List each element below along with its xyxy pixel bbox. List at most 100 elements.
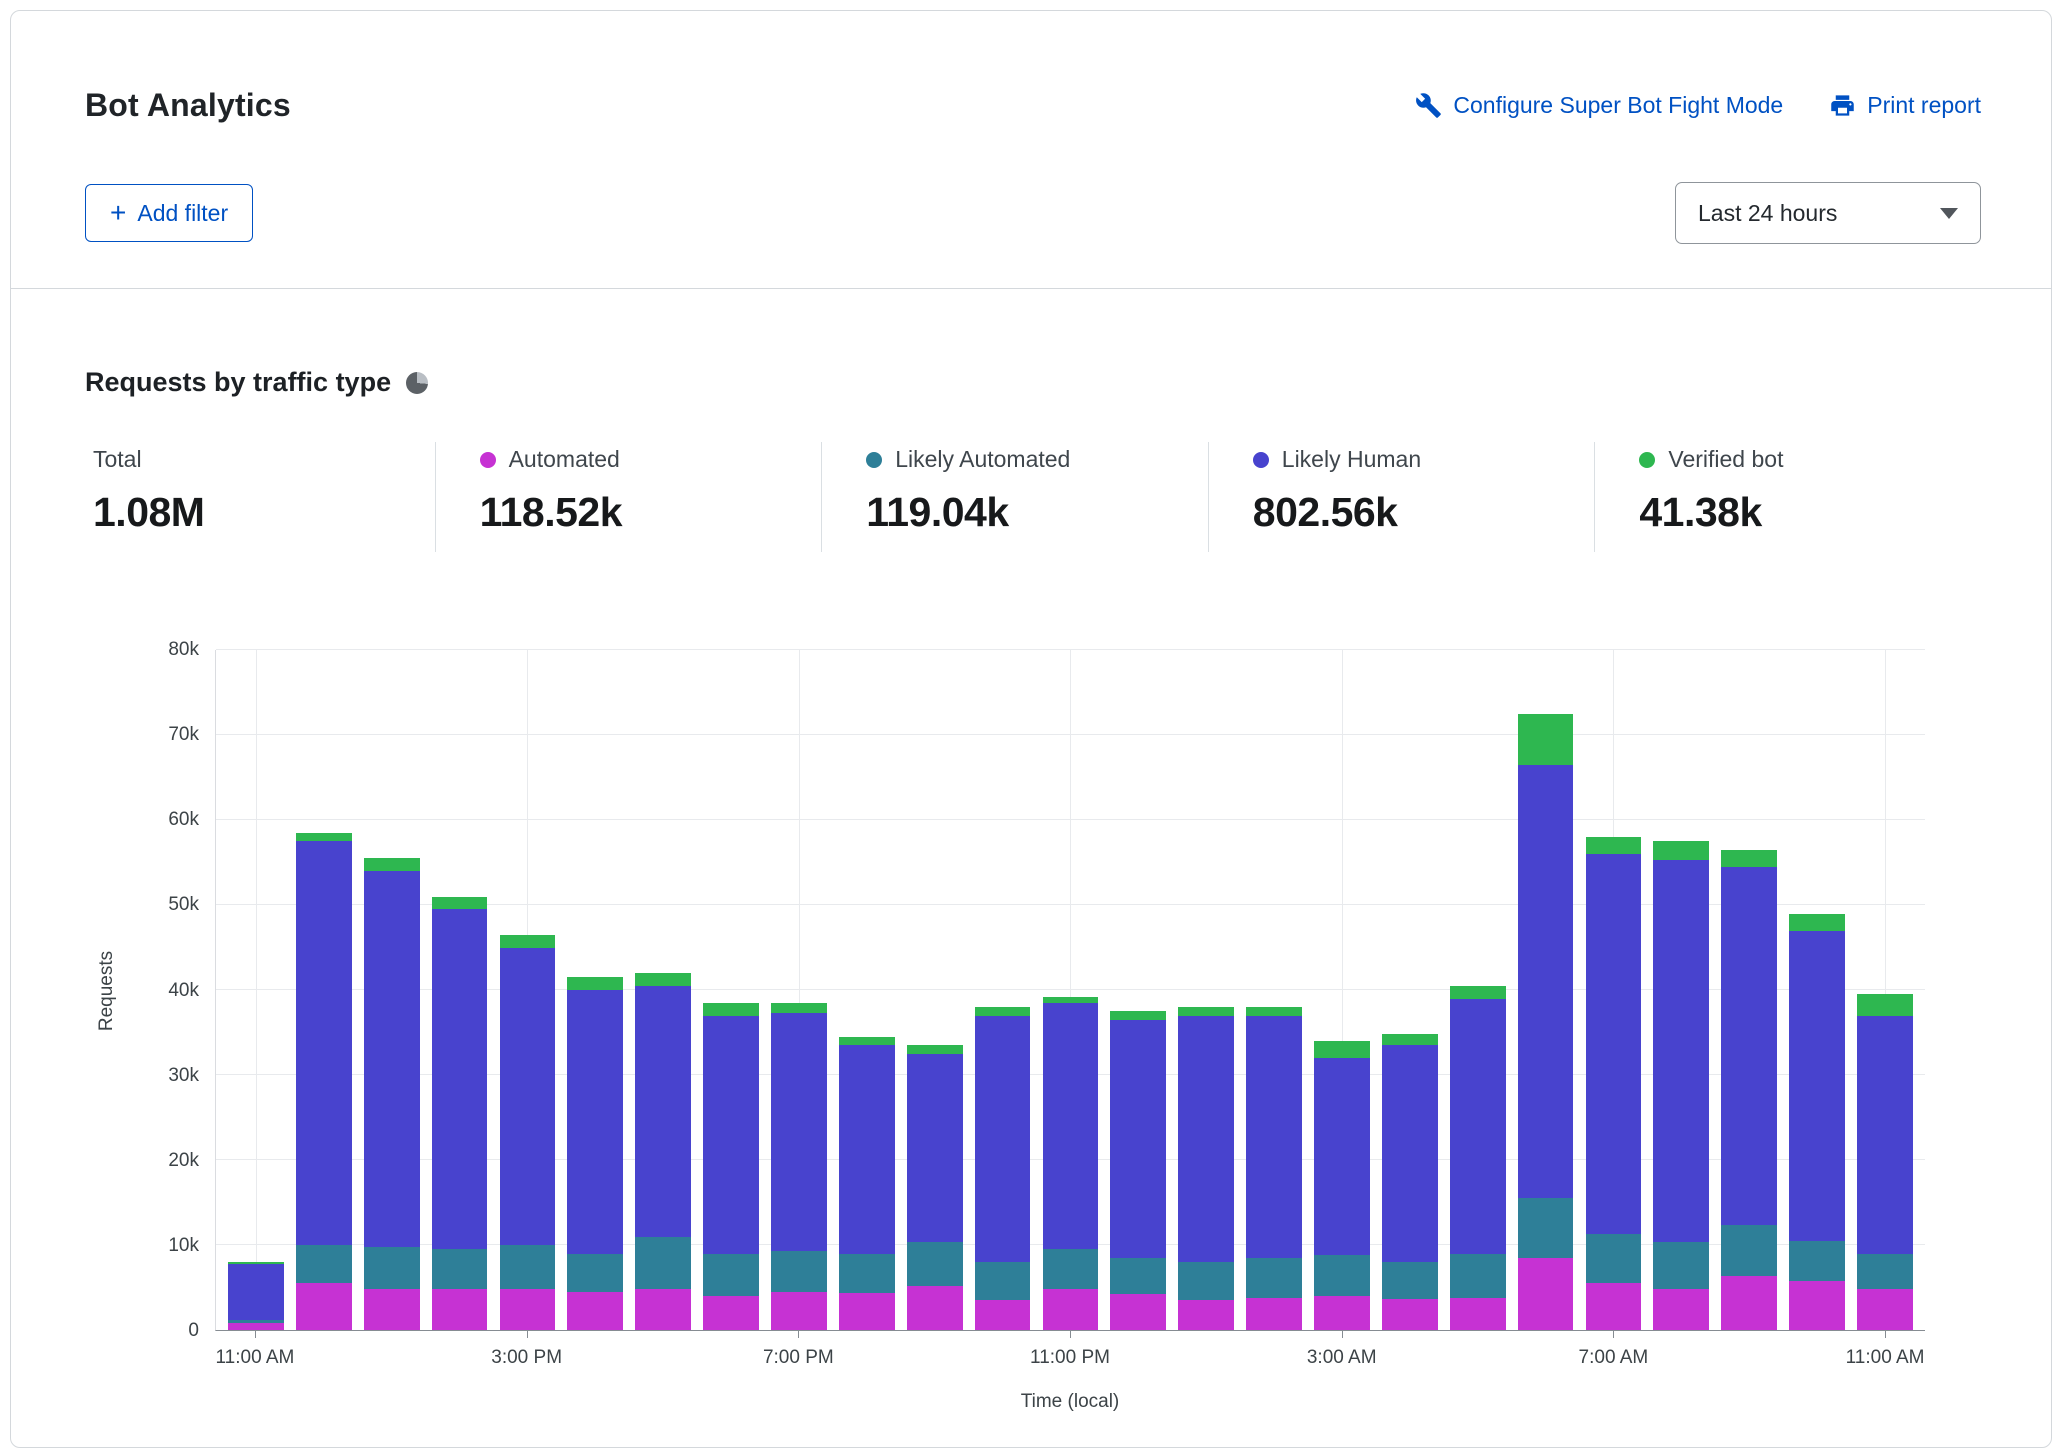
x-slot (425, 1331, 493, 1383)
bar-slot[interactable] (494, 650, 562, 1330)
bar-slot[interactable] (1240, 650, 1308, 1330)
bar-segment (1246, 1016, 1302, 1258)
bar-slot[interactable] (901, 650, 969, 1330)
bar-slot[interactable] (629, 650, 697, 1330)
bar-slot[interactable] (833, 650, 901, 1330)
bar-segment (771, 1013, 827, 1251)
stacked-bar[interactable] (975, 1007, 1031, 1330)
stacked-bar[interactable] (1110, 1011, 1166, 1330)
x-slot (1104, 1331, 1172, 1383)
bar-slot[interactable] (1851, 650, 1919, 1330)
x-slot (832, 1331, 900, 1383)
bar-segment (1789, 1241, 1845, 1281)
bar-segment (500, 1289, 556, 1330)
time-range-select[interactable]: Last 24 hours (1675, 182, 1981, 244)
stacked-bar[interactable] (1857, 994, 1913, 1330)
bar-slot[interactable] (1715, 650, 1783, 1330)
stat-total: Total 1.08M (85, 442, 435, 552)
bar-slot[interactable] (426, 650, 494, 1330)
add-filter-button[interactable]: + Add filter (85, 184, 253, 242)
stacked-bar[interactable] (432, 897, 488, 1331)
stacked-bar[interactable] (228, 1262, 284, 1330)
bar-segment (500, 948, 556, 1246)
bar-segment (771, 1003, 827, 1013)
configure-sbfm-link[interactable]: Configure Super Bot Fight Mode (1415, 92, 1783, 119)
bar-segment (1314, 1058, 1370, 1255)
bar-segment (364, 1289, 420, 1330)
bar-segment (1653, 1242, 1709, 1289)
printer-icon (1829, 92, 1856, 119)
print-report-link[interactable]: Print report (1829, 92, 1981, 119)
bar-slot[interactable] (1037, 650, 1105, 1330)
bar-segment (1653, 1289, 1709, 1330)
stacked-bar[interactable] (296, 833, 352, 1330)
bar-segment (500, 935, 556, 948)
y-axis-ticks: 010k20k30k40k50k60k70k80k (129, 650, 215, 1331)
bar-segment (1653, 860, 1709, 1243)
stacked-bar[interactable] (839, 1037, 895, 1330)
stacked-bar[interactable] (500, 935, 556, 1330)
stacked-bar[interactable] (1450, 986, 1506, 1330)
stat-automated: Automated 118.52k (435, 442, 822, 552)
stacked-bar[interactable] (703, 1003, 759, 1330)
bar-segment (296, 833, 352, 842)
stacked-bar[interactable] (1178, 1007, 1234, 1330)
stat-label: Verified bot (1668, 446, 1783, 473)
stacked-bar[interactable] (1721, 850, 1777, 1330)
bar-segment (1110, 1011, 1166, 1020)
bar-slot[interactable] (969, 650, 1037, 1330)
stacked-bar[interactable] (1518, 714, 1574, 1330)
bar-slot[interactable] (1512, 650, 1580, 1330)
bar-slot[interactable] (1308, 650, 1376, 1330)
x-slot: 3:00 AM (1308, 1331, 1376, 1383)
bar-slot[interactable] (1444, 650, 1512, 1330)
stat-value: 1.08M (93, 489, 435, 536)
add-filter-label: Add filter (137, 200, 228, 227)
gridline (256, 650, 257, 1330)
bar-slot[interactable] (358, 650, 426, 1330)
bar-slot[interactable] (1783, 650, 1851, 1330)
bar-slot[interactable] (697, 650, 765, 1330)
stacked-bar[interactable] (907, 1045, 963, 1330)
bar-segment (1518, 1258, 1574, 1330)
stat-verified-bot: Verified bot 41.38k (1594, 442, 1981, 552)
y-tick-label: 40k (168, 980, 199, 1002)
stacked-bar[interactable] (1314, 1041, 1370, 1330)
stat-value: 119.04k (866, 489, 1208, 536)
bar-slot[interactable] (1104, 650, 1172, 1330)
bar-segment (771, 1251, 827, 1292)
bar-segment (839, 1254, 895, 1294)
bar-segment (1789, 914, 1845, 931)
bar-segment (1789, 1281, 1845, 1330)
bar-slot[interactable] (765, 650, 833, 1330)
bar-segment (907, 1286, 963, 1330)
stacked-bar[interactable] (567, 977, 623, 1330)
stacked-bar[interactable] (1382, 1034, 1438, 1330)
stat-label: Likely Automated (895, 446, 1070, 473)
stacked-bar[interactable] (1043, 997, 1099, 1330)
bar-slot[interactable] (1172, 650, 1240, 1330)
stacked-bar[interactable] (771, 1003, 827, 1330)
stacked-bar[interactable] (1246, 1007, 1302, 1330)
likely-human-legend-dot (1253, 452, 1269, 468)
x-slot (629, 1331, 697, 1383)
bot-analytics-card: Bot Analytics Configure Super Bot Fight … (10, 10, 2052, 1448)
bar-slot[interactable] (1376, 650, 1444, 1330)
stacked-bar[interactable] (1586, 837, 1642, 1330)
bar-slot[interactable] (290, 650, 358, 1330)
bar-segment (1382, 1034, 1438, 1045)
bar-segment (703, 1016, 759, 1254)
stacked-bar[interactable] (364, 858, 420, 1330)
bar-segment (1314, 1255, 1370, 1296)
bar-segment (500, 1245, 556, 1289)
bar-slot[interactable] (561, 650, 629, 1330)
bar-slot[interactable] (222, 650, 290, 1330)
bar-segment (1246, 1007, 1302, 1016)
bar-segment (1110, 1294, 1166, 1330)
stacked-bar[interactable] (1653, 841, 1709, 1330)
requests-chart: Requests 010k20k30k40k50k60k70k80k 11:00… (85, 650, 1981, 1423)
bar-slot[interactable] (1647, 650, 1715, 1330)
stacked-bar[interactable] (1789, 914, 1845, 1331)
stacked-bar[interactable] (635, 973, 691, 1330)
bar-slot[interactable] (1580, 650, 1648, 1330)
